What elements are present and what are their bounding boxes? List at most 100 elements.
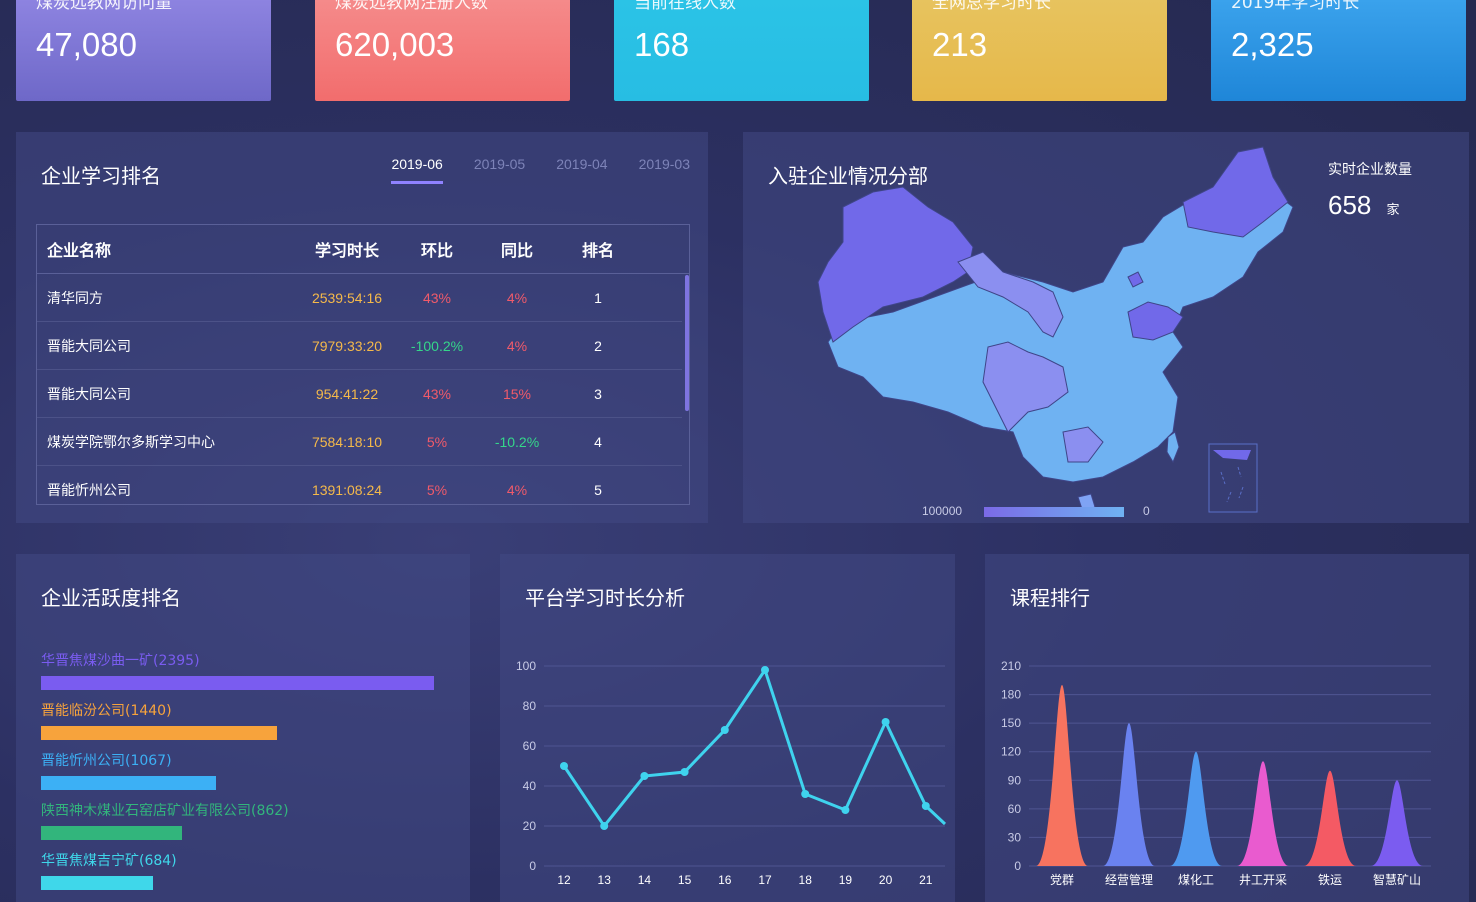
x-tick-label: 经营管理: [1105, 872, 1153, 887]
stat-card-label: 2019年学习时长: [1231, 0, 1360, 13]
x-tick-label: 13: [598, 873, 612, 887]
data-point: [761, 666, 769, 674]
course-peak: [1304, 770, 1356, 866]
y-tick-label: 150: [1001, 716, 1021, 730]
y-tick-label: 0: [1014, 859, 1021, 873]
legend-min: 0: [1143, 504, 1150, 518]
y-tick-label: 20: [523, 819, 537, 833]
stat-card-value: 213: [932, 26, 988, 63]
cell-rank: 1: [594, 289, 602, 306]
activity-bar: [41, 776, 217, 790]
data-point: [921, 802, 930, 810]
cell-rank: 4: [594, 433, 602, 450]
y-tick-label: 60: [523, 739, 537, 753]
activity-item[interactable]: 晋能忻州公司(1067): [41, 750, 217, 790]
cell-mom: -100.2%: [410, 337, 464, 354]
stat-card-value: 2,325: [1231, 26, 1314, 63]
activity-label: 晋能临汾公司(1440): [41, 703, 172, 719]
col-mom: 环比: [420, 241, 453, 260]
x-tick-label: 20: [879, 873, 893, 887]
china-map[interactable]: [743, 132, 1469, 523]
tab-month[interactable]: 2019-03: [639, 156, 690, 184]
cell-duration: 1391:08:24: [311, 481, 383, 498]
stat-card-value: 620,003: [335, 26, 455, 63]
activity-bar: [41, 676, 434, 690]
x-tick-label: 井工开采: [1239, 873, 1287, 887]
data-point: [881, 718, 890, 726]
x-tick-label: 智慧矿山: [1373, 872, 1421, 887]
ranking-table: 企业名称 学习时长 环比 同比 排名 清华同方 2539:54:16 43% 4% 1 晋…: [36, 224, 690, 505]
activity-panel: 企业活跃度排名 华晋焦煤沙曲一矿(2395) 晋能临汾公司(1440) 晋能忻州公司…: [16, 554, 470, 902]
x-tick-label: 15: [678, 873, 692, 887]
activity-label: 晋能忻州公司(1067): [41, 753, 172, 769]
col-name: 企业名称: [47, 241, 112, 260]
month-tabs: 2019-06 2019-05 2019-04 2019-03: [391, 156, 690, 184]
line-panel: 平台学习时长分析 0 20 40 60 80 100 12 13 14 15 16 17 18 19 20 2…: [500, 554, 955, 902]
data-point: [600, 822, 609, 830]
cell-yoy: 4%: [506, 289, 528, 306]
table-row[interactable]: 清华同方 2539:54:16 43% 4% 1: [37, 274, 682, 322]
data-point: [841, 806, 850, 814]
cell-yoy: 4%: [506, 481, 528, 498]
course-panel: 课程排行 0 30 60 90 120 150 180 210 党群 经营管理 煤化工 井工开采 铁运智…: [985, 554, 1469, 902]
map-legend-bar: [984, 507, 1124, 517]
cell-name: 晋能忻州公司: [47, 482, 131, 499]
stat-card-label: 当前在线人数: [634, 0, 736, 13]
cell-duration: 2539:54:16: [311, 289, 383, 306]
tab-month[interactable]: 2019-04: [556, 156, 607, 184]
series-line: [562, 666, 947, 829]
table-row[interactable]: 晋能忻州公司 1391:08:24 5% 4% 5: [37, 466, 682, 504]
table-body: 清华同方 2539:54:16 43% 4% 1 晋能大同公司 7979:33:20 -100…: [37, 274, 689, 504]
activity-item[interactable]: 陕西神木煤业石窑店矿业有限公司(862): [41, 800, 289, 840]
x-tick-label: 16: [718, 873, 732, 887]
activity-item[interactable]: 晋能临汾公司(1440): [41, 700, 278, 740]
table-row[interactable]: 晋能大同公司 954:41:22 43% 15% 3: [37, 370, 682, 418]
x-tick-label: 14: [638, 873, 652, 887]
y-tick-label: 210: [1001, 659, 1021, 673]
col-rank: 排名: [581, 241, 614, 260]
cell-name: 晋能大同公司: [47, 338, 131, 355]
activity-label: 华晋焦煤沙曲一矿(2395): [41, 653, 200, 669]
ranking-panel: 企业学习排名 2019-06 2019-05 2019-04 2019-03 企业名称…: [16, 132, 708, 523]
activity-bar: [41, 876, 154, 890]
line-chart: 0 20 40 60 80 100 12 13 14 15 16 17 18 19 20 21: [516, 659, 947, 887]
x-tick-label: 19: [839, 873, 853, 887]
data-point: [640, 772, 649, 780]
y-tick-label: 120: [1001, 745, 1021, 759]
stat-card-value: 168: [634, 26, 690, 63]
data-point: [720, 726, 729, 734]
table-scrollbar[interactable]: [685, 275, 689, 411]
activity-title: 企业活跃度排名: [41, 586, 181, 610]
cell-yoy: 15%: [502, 385, 532, 402]
stat-card[interactable]: 全网总学习时长 213: [912, 0, 1167, 101]
legend-max: 100000: [922, 504, 963, 518]
x-tick-label: 12: [557, 873, 571, 887]
y-tick-label: 40: [523, 779, 537, 793]
stat-card[interactable]: 煤炭远教网访问量 47,080: [16, 0, 271, 101]
table-row[interactable]: 煤炭学院鄂尔多斯学习中心 7584:18:10 5% -10.2% 4: [37, 418, 682, 466]
cell-name: 晋能大同公司: [47, 386, 131, 403]
activity-bar: [41, 726, 278, 740]
y-tick-label: 80: [523, 699, 537, 713]
stat-card[interactable]: 当前在线人数 168: [614, 0, 869, 101]
cell-duration: 7979:33:20: [311, 337, 383, 354]
tab-month[interactable]: 2019-05: [474, 156, 525, 184]
cell-duration: 954:41:22: [315, 385, 379, 402]
activity-bar: [41, 826, 183, 840]
activity-item[interactable]: 华晋焦煤吉宁矿(684): [41, 850, 177, 890]
course-peak: [1103, 723, 1155, 866]
x-tick-label: 铁运: [1318, 873, 1342, 887]
x-tick-label: 17: [758, 873, 772, 887]
tab-month[interactable]: 2019-06: [391, 156, 443, 184]
table-row[interactable]: 晋能大同公司 7979:33:20 -100.2% 4% 2: [37, 322, 682, 370]
course-peak: [1371, 780, 1423, 866]
stat-card[interactable]: 2019年学习时长 2,325: [1211, 0, 1466, 101]
activity-item[interactable]: 华晋焦煤沙曲一矿(2395): [41, 650, 434, 690]
cell-yoy: 4%: [506, 337, 528, 354]
course-peak: [1036, 685, 1088, 866]
data-point: [801, 790, 810, 798]
activity-label: 陕西神木煤业石窑店矿业有限公司(862): [41, 803, 289, 819]
stat-card[interactable]: 煤炭远教网注册人数 620,003: [315, 0, 570, 101]
x-tick-label: 21: [919, 873, 933, 887]
y-tick-label: 90: [1008, 773, 1022, 787]
